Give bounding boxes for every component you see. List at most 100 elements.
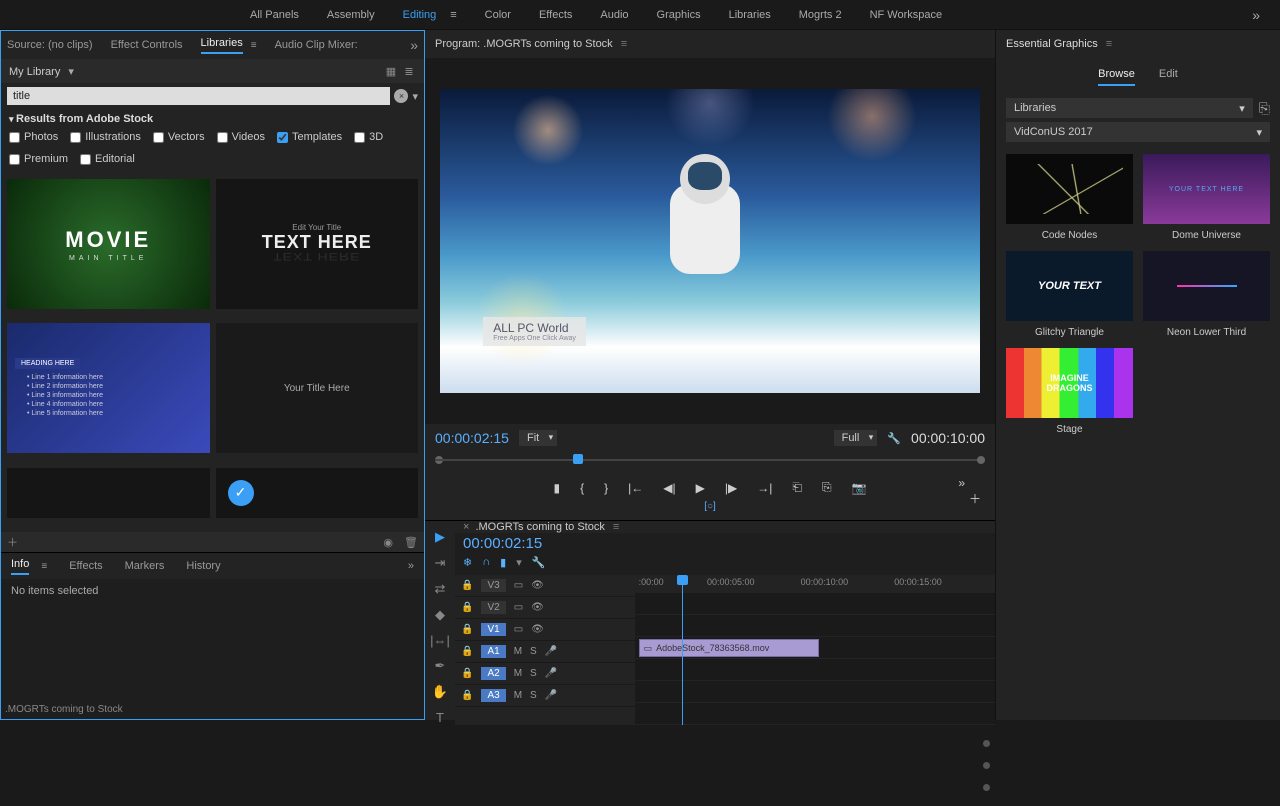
- track-a1[interactable]: [635, 659, 995, 681]
- track-header-v3[interactable]: 🔒V3▭👁: [455, 575, 635, 597]
- linked-selection-icon[interactable]: ∩: [482, 556, 490, 569]
- preview-icon[interactable]: ◉: [383, 537, 393, 549]
- eg-source-dropdown[interactable]: Libraries▾: [1006, 98, 1253, 118]
- go-to-out-icon[interactable]: →|: [757, 481, 772, 495]
- comparison-view-icon[interactable]: [○]: [704, 501, 716, 512]
- add-marker-tl-icon[interactable]: ▮: [500, 556, 506, 569]
- ws-graphics[interactable]: Graphics: [657, 9, 701, 21]
- info-tabs-overflow-icon[interactable]: »: [408, 560, 414, 572]
- library-search-input[interactable]: [7, 87, 390, 105]
- library-selector[interactable]: My Library ▦ ≣: [1, 59, 424, 83]
- track-v2[interactable]: [635, 615, 995, 637]
- type-tool-icon[interactable]: T: [436, 710, 444, 725]
- ws-libraries[interactable]: Libraries: [729, 9, 771, 21]
- tab-history[interactable]: History: [186, 560, 220, 572]
- workspace-overflow-icon[interactable]: »: [1252, 7, 1260, 23]
- ws-color[interactable]: Color: [485, 9, 511, 21]
- ws-audio[interactable]: Audio: [600, 9, 628, 21]
- mark-in-icon[interactable]: {: [580, 481, 584, 495]
- filter-templates[interactable]: Templates: [277, 131, 342, 143]
- eg-item-code-nodes[interactable]: Code Nodes: [1006, 154, 1133, 241]
- ws-editing[interactable]: Editing: [403, 9, 437, 21]
- track-header-a3[interactable]: 🔒A3MS🎤: [455, 685, 635, 707]
- program-scrubber[interactable]: [435, 454, 985, 466]
- program-menu-icon[interactable]: ≡: [621, 38, 627, 50]
- track-select-tool-icon[interactable]: ⇥: [435, 555, 446, 571]
- filter-premium[interactable]: Premium: [9, 153, 68, 165]
- hand-tool-icon[interactable]: ✋: [432, 684, 448, 700]
- track-v3[interactable]: [635, 593, 995, 615]
- stock-thumb-your-title[interactable]: Your Title Here: [216, 323, 419, 453]
- ws-mogrts2[interactable]: Mogrts 2: [799, 9, 842, 21]
- stock-thumb-movie[interactable]: MOVIE MAIN TITLE: [7, 179, 210, 309]
- timeline-settings-icon[interactable]: ▾: [516, 556, 522, 569]
- eg-tab-edit[interactable]: Edit: [1159, 68, 1178, 86]
- filter-3d[interactable]: 3D: [354, 131, 383, 143]
- button-editor-icon[interactable]: ＋: [969, 490, 981, 507]
- track-header-v1[interactable]: 🔒V1▭👁: [455, 619, 635, 641]
- timeline-ruler[interactable]: :00:00 00:00:05:00 00:00:10:00 00:00:15:…: [635, 575, 995, 593]
- lift-icon[interactable]: ⎗: [792, 480, 802, 495]
- tab-info[interactable]: Info: [11, 558, 29, 575]
- search-dropdown-icon[interactable]: ▾: [412, 90, 418, 103]
- sequence-close-icon[interactable]: ×: [463, 521, 469, 533]
- eg-import-icon[interactable]: ⎘: [1259, 100, 1270, 117]
- track-v1[interactable]: ▭ AdobeStock_78363568.mov: [635, 637, 995, 659]
- tab-libraries-menu-icon[interactable]: ≡: [251, 40, 257, 51]
- timeline-menu-icon[interactable]: ≡: [613, 521, 619, 533]
- tab-effect-controls[interactable]: Effect Controls: [111, 39, 183, 51]
- filter-editorial[interactable]: Editorial: [80, 153, 135, 165]
- clip-adobestock[interactable]: ▭ AdobeStock_78363568.mov: [639, 639, 819, 657]
- stock-thumb-text-here[interactable]: Edit Your Title TEXT HERE TEXT HERE: [216, 179, 419, 309]
- eg-tab-browse[interactable]: Browse: [1098, 68, 1135, 86]
- timeline-wrench-icon[interactable]: 🔧: [532, 556, 546, 569]
- selection-tool-icon[interactable]: ▶: [435, 529, 445, 545]
- tab-audio-mixer[interactable]: Audio Clip Mixer:: [275, 39, 358, 51]
- sequence-name[interactable]: .MOGRTs coming to Stock: [475, 521, 604, 533]
- ws-nf[interactable]: NF Workspace: [870, 9, 943, 21]
- razor-tool-icon[interactable]: ◆: [435, 607, 445, 623]
- tab-info-menu-icon[interactable]: ≡: [41, 561, 47, 572]
- tab-markers[interactable]: Markers: [125, 560, 165, 572]
- eg-item-glitchy-triangle[interactable]: YOUR TEXT Glitchy Triangle: [1006, 251, 1133, 338]
- filter-vectors[interactable]: Vectors: [153, 131, 205, 143]
- track-header-a2[interactable]: 🔒A2MS🎤: [455, 663, 635, 685]
- stock-thumb-partial-1[interactable]: [7, 468, 210, 518]
- eg-item-neon-lower-third[interactable]: Neon Lower Third: [1143, 251, 1270, 338]
- extract-icon[interactable]: ⎘: [822, 480, 832, 495]
- tab-source[interactable]: Source: (no clips): [7, 39, 93, 51]
- ripple-edit-tool-icon[interactable]: ⇄: [435, 581, 446, 597]
- timeline-playhead[interactable]: [682, 575, 683, 725]
- filter-photos[interactable]: Photos: [9, 131, 58, 143]
- list-view-icon[interactable]: ≣: [402, 64, 416, 78]
- ws-all-panels[interactable]: All Panels: [250, 9, 299, 21]
- eg-library-dropdown[interactable]: VidConUS 2017▾: [1006, 122, 1270, 142]
- program-playhead[interactable]: [573, 454, 583, 464]
- track-header-a1[interactable]: 🔒A1MS🎤: [455, 641, 635, 663]
- track-a2[interactable]: [635, 681, 995, 703]
- slip-tool-icon[interactable]: |⇔|: [430, 633, 450, 648]
- snap-icon[interactable]: ❄: [463, 556, 472, 569]
- zoom-fit-dropdown[interactable]: Fit: [519, 430, 557, 446]
- settings-wrench-icon[interactable]: 🔧: [887, 432, 901, 445]
- stock-thumb-blue-list[interactable]: HEADING HERE • Line 1 information here •…: [7, 323, 210, 453]
- filter-videos[interactable]: Videos: [217, 131, 265, 143]
- go-to-in-icon[interactable]: |←: [628, 481, 643, 495]
- step-forward-icon[interactable]: |▶: [725, 481, 737, 495]
- panel-tabs-overflow-icon[interactable]: »: [410, 37, 418, 53]
- stock-results-title[interactable]: Results from Adobe Stock: [9, 113, 416, 125]
- timeline-track-area[interactable]: :00:00 00:00:05:00 00:00:10:00 00:00:15:…: [635, 575, 995, 725]
- stock-thumb-partial-2[interactable]: ✓: [216, 468, 419, 518]
- delete-icon[interactable]: 🗑: [404, 537, 418, 549]
- tab-libraries[interactable]: Libraries: [201, 37, 243, 54]
- eg-item-dome-universe[interactable]: Dome Universe: [1143, 154, 1270, 241]
- track-a3[interactable]: [635, 703, 995, 725]
- mark-out-icon[interactable]: }: [604, 481, 608, 495]
- export-frame-icon[interactable]: 📷: [852, 481, 867, 495]
- transport-overflow-icon[interactable]: »: [958, 476, 965, 490]
- search-clear-icon[interactable]: ×: [394, 89, 408, 103]
- program-timecode-current[interactable]: 00:00:02:15: [435, 430, 509, 446]
- add-marker-icon[interactable]: ▮: [553, 481, 560, 495]
- tab-effects-panel[interactable]: Effects: [69, 560, 102, 572]
- ws-assembly[interactable]: Assembly: [327, 9, 375, 21]
